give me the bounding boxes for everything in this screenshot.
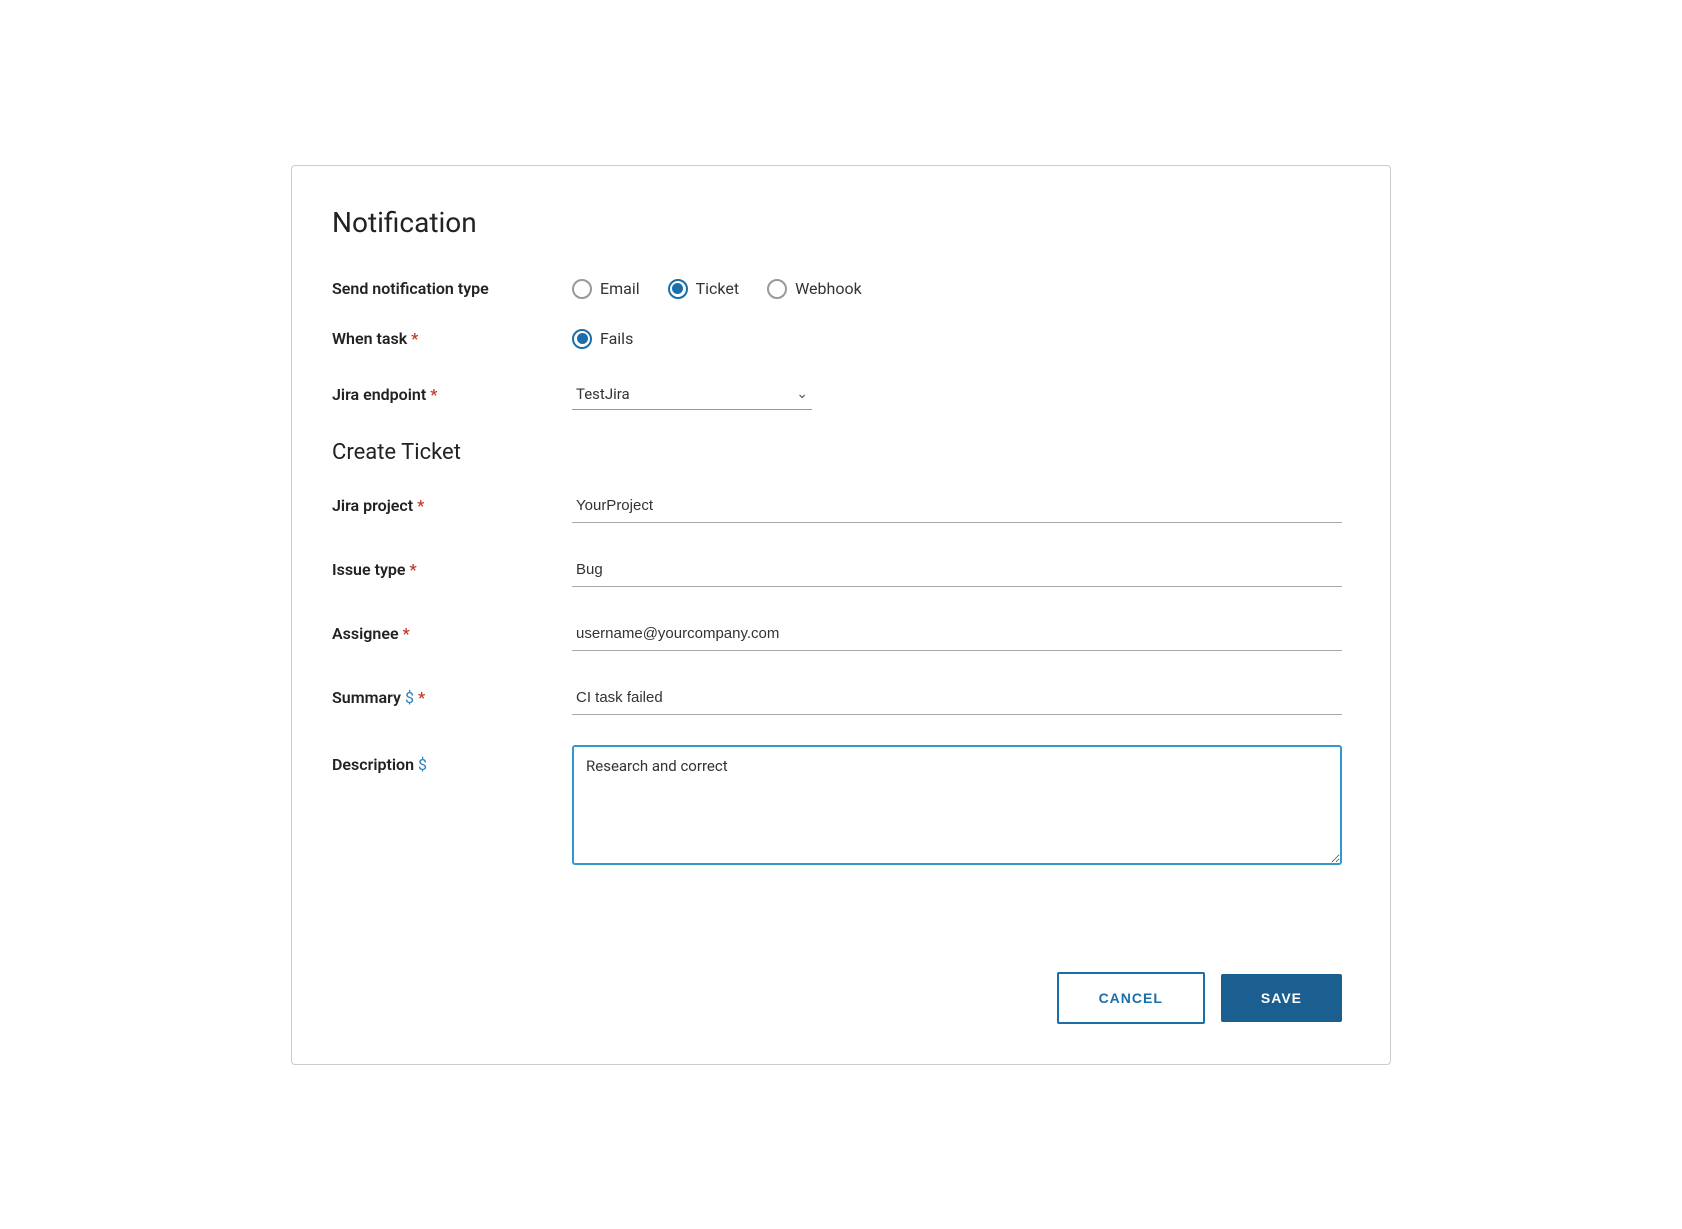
description-textarea[interactable] [572, 745, 1342, 865]
notification-type-control: Email Ticket Webhook [572, 279, 1342, 299]
when-task-label: When task * [332, 329, 572, 348]
summary-control [572, 681, 1342, 715]
summary-row: Summary$ * [332, 681, 1342, 715]
when-task-required: * [411, 329, 418, 348]
summary-required: * [418, 688, 425, 707]
issue-type-row: Issue type * [332, 553, 1342, 587]
jira-project-row: Jira project * [332, 489, 1342, 523]
summary-label: Summary$ * [332, 688, 572, 707]
issue-type-required: * [410, 560, 417, 579]
radio-ticket[interactable]: Ticket [668, 279, 739, 299]
issue-type-label: Issue type * [332, 560, 572, 579]
radio-fails[interactable]: Fails [572, 329, 633, 349]
radio-fails-outer[interactable] [572, 329, 592, 349]
when-task-radio-group: Fails [572, 329, 1342, 349]
when-task-row: When task * Fails [332, 329, 1342, 349]
jira-project-label: Jira project * [332, 496, 572, 515]
description-label: Description$ [332, 745, 572, 774]
summary-dollar: $ [405, 688, 414, 707]
notification-type-radio-group: Email Ticket Webhook [572, 279, 1342, 299]
notification-dialog: Notification Send notification type Emai… [291, 165, 1391, 1065]
dialog-title: Notification [332, 206, 1342, 239]
assignee-label: Assignee * [332, 624, 572, 643]
notification-type-label: Send notification type [332, 279, 572, 298]
assignee-control [572, 617, 1342, 651]
assignee-row: Assignee * [332, 617, 1342, 651]
jira-project-control [572, 489, 1342, 523]
radio-webhook[interactable]: Webhook [767, 279, 862, 299]
cancel-button[interactable]: CANCEL [1057, 972, 1205, 1024]
save-button[interactable]: SAVE [1221, 974, 1342, 1022]
issue-type-control [572, 553, 1342, 587]
description-dollar: $ [418, 755, 427, 774]
radio-webhook-outer[interactable] [767, 279, 787, 299]
radio-email[interactable]: Email [572, 279, 640, 299]
issue-type-input[interactable] [572, 553, 1342, 587]
button-row: CANCEL SAVE [332, 952, 1342, 1024]
jira-endpoint-required: * [430, 385, 437, 404]
when-task-control: Fails [572, 329, 1342, 349]
chevron-down-icon: ⌄ [796, 386, 808, 402]
jira-project-input[interactable] [572, 489, 1342, 523]
jira-project-required: * [417, 496, 424, 515]
summary-input[interactable] [572, 681, 1342, 715]
jira-endpoint-control: TestJira ⌄ [572, 379, 1342, 410]
assignee-input[interactable] [572, 617, 1342, 651]
form-section: Send notification type Email Ticket [332, 279, 1342, 912]
radio-ticket-inner [672, 283, 683, 294]
radio-ticket-outer[interactable] [668, 279, 688, 299]
assignee-required: * [403, 624, 410, 643]
jira-endpoint-label: Jira endpoint * [332, 385, 572, 404]
create-ticket-heading: Create Ticket [332, 440, 1342, 465]
radio-email-outer[interactable] [572, 279, 592, 299]
jira-endpoint-dropdown[interactable]: TestJira ⌄ [572, 379, 812, 410]
notification-type-row: Send notification type Email Ticket [332, 279, 1342, 299]
radio-fails-inner [577, 333, 588, 344]
description-control [572, 745, 1342, 869]
description-row: Description$ [332, 745, 1342, 869]
jira-endpoint-row: Jira endpoint * TestJira ⌄ [332, 379, 1342, 410]
